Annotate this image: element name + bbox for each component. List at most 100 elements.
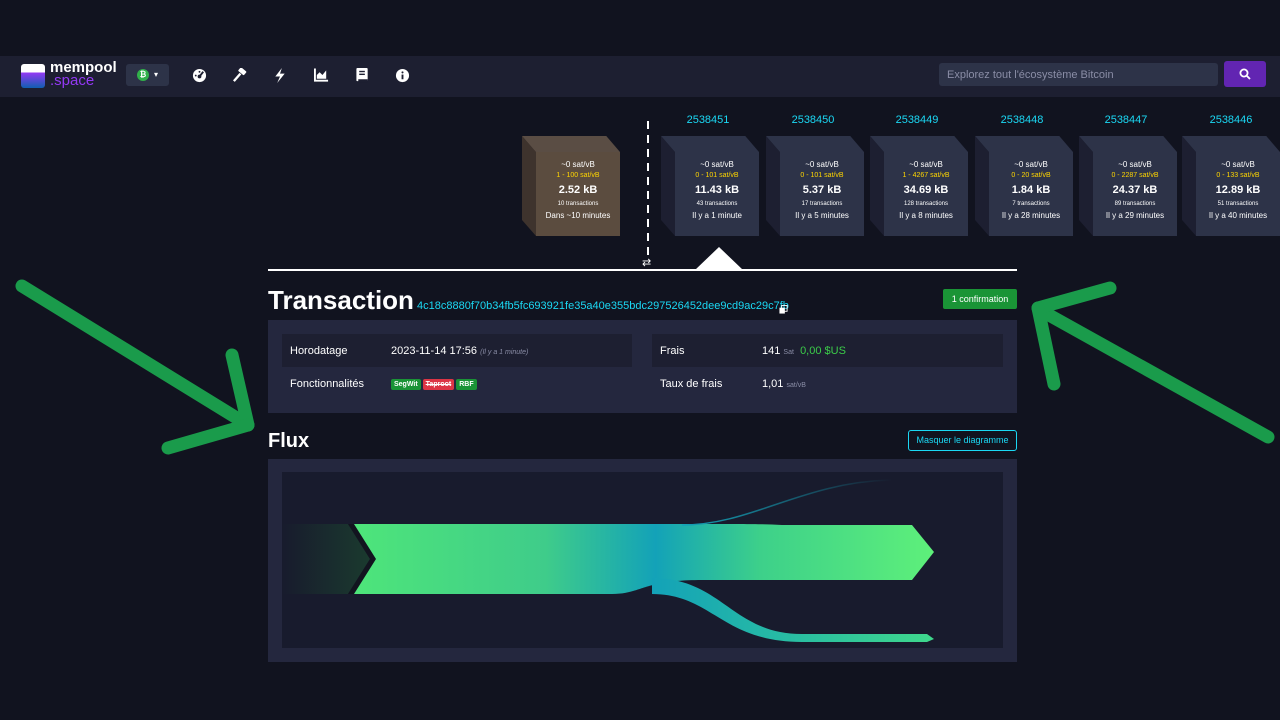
block-height-link[interactable]: 2538450 [778, 114, 848, 126]
block-tx-count: 43 transactions [696, 201, 738, 207]
block-median-fee: ~0 sat/vB [700, 160, 734, 169]
info-icon[interactable] [394, 67, 410, 83]
block-size: 11.43 kB [694, 184, 740, 196]
block-size: 2.52 kB [558, 184, 598, 196]
block-tx-count: 7 transactions [1012, 201, 1050, 207]
block-fee-range: 1 - 100 sat/vB [556, 172, 600, 179]
block-time: Il y a 40 minutes [1208, 211, 1268, 220]
block-tx-count: 128 transactions [903, 201, 949, 207]
block-tx-count: 51 transactions [1217, 201, 1259, 207]
block-median-fee: ~0 sat/vB [561, 160, 595, 169]
transaction-id-link[interactable]: 4c18c8880f70b34fb5fc693921fe35a40e355bdc… [417, 300, 789, 312]
rbf-tag[interactable]: RBF [456, 379, 477, 390]
mined-block[interactable]: ~0 sat/vB 0 - 2287 sat/vB 24.37 kB 89 tr… [1079, 136, 1177, 236]
taproot-tag[interactable]: Taproot [422, 379, 455, 390]
fee-usd: 0,00 $US [800, 345, 846, 357]
fee-rate-unit: sat/vB [786, 382, 806, 389]
block-tx-count: 89 transactions [1114, 201, 1156, 207]
flow-diagram-box [268, 459, 1017, 662]
timestamp-row: Horodatage 2023-11-14 17:56 (Il y a 1 mi… [282, 334, 632, 367]
block-time: Il y a 5 minutes [795, 211, 849, 220]
main-flow [354, 524, 934, 594]
timestamp-value: 2023-11-14 17:56 [391, 345, 478, 357]
chevron-down-icon: ▾ [154, 70, 159, 79]
flow-section-title: Flux [268, 430, 310, 452]
block-median-fee: ~0 sat/vB [1221, 160, 1255, 169]
mined-block[interactable]: ~0 sat/vB 0 - 20 sat/vB 1.84 kB 7 transa… [975, 136, 1073, 236]
block-time: Il y a 29 minutes [1105, 211, 1165, 220]
block-time: Il y a 28 minutes [1001, 211, 1061, 220]
fee-row: Frais 141 Sat 0,00 $US [652, 334, 1003, 367]
mined-block[interactable]: ~0 sat/vB 1 - 4267 sat/vB 34.69 kB 128 t… [870, 136, 968, 236]
bitcoin-network-icon: ₿ [137, 69, 149, 81]
mempool-logo[interactable]: mempool .space [21, 60, 131, 92]
dashboard-icon[interactable] [191, 67, 207, 83]
features-row: Fonctionnalités SegWit Taproot RBF [282, 367, 632, 400]
output-flow-2 [652, 578, 934, 642]
block-fee-range: 0 - 2287 sat/vB [1111, 172, 1159, 179]
mempool-divider [647, 121, 649, 256]
block-median-fee: ~0 sat/vB [1118, 160, 1152, 169]
search-icon [1239, 68, 1251, 80]
mempool-block[interactable]: ~0 sat/vB 1 - 100 sat/vB 2.52 kB 10 tran… [522, 136, 620, 236]
mined-block[interactable]: ~0 sat/vB 0 - 133 sat/vB 12.89 kB 51 tra… [1182, 136, 1280, 236]
mined-block[interactable]: ~0 sat/vB 0 - 101 sat/vB 5.37 kB 17 tran… [766, 136, 864, 236]
hide-diagram-button[interactable]: Masquer le diagramme [908, 430, 1017, 451]
timestamp-relative: (Il y a 1 minute) [480, 349, 529, 356]
block-fee-range: 1 - 4267 sat/vB [902, 172, 950, 179]
features-label: Fonctionnalités [290, 378, 364, 390]
search-button[interactable] [1224, 61, 1266, 87]
hammer-icon[interactable] [231, 67, 247, 83]
block-size: 24.37 kB [1112, 184, 1158, 196]
mined-block[interactable]: ~0 sat/vB 0 - 101 sat/vB 11.43 kB 43 tra… [661, 136, 759, 236]
flow-diagram[interactable] [282, 472, 1003, 648]
block-median-fee: ~0 sat/vB [909, 160, 943, 169]
copy-icon[interactable] [779, 301, 788, 319]
block-size: 5.37 kB [802, 184, 842, 196]
block-size: 34.69 kB [903, 184, 949, 196]
block-height-link[interactable]: 2538448 [987, 114, 1057, 126]
annotation-arrow-left [15, 279, 247, 427]
block-tx-count: 17 transactions [801, 201, 843, 207]
search-input[interactable] [939, 63, 1218, 86]
fee-rate-label: Taux de frais [660, 378, 723, 390]
block-fee-range: 0 - 101 sat/vB [800, 172, 844, 179]
block-time: Il y a 1 minute [692, 211, 742, 220]
top-navbar: mempool .space ₿ ▾ [0, 56, 1280, 97]
fee-value: 141 [762, 345, 781, 357]
block-height-link[interactable]: 2538451 [673, 114, 743, 126]
fee-label: Frais [660, 345, 685, 357]
swap-icon[interactable]: ⇄ [642, 256, 651, 269]
block-tx-count: 10 transactions [557, 201, 599, 207]
fee-rate-row: Taux de frais 1,01 sat/vB [652, 367, 1003, 400]
fee-rate-value: 1,01 [762, 378, 784, 390]
chart-icon[interactable] [313, 67, 329, 83]
page-title: Transaction [268, 285, 414, 315]
segwit-tag[interactable]: SegWit [391, 379, 421, 390]
block-fee-range: 0 - 101 sat/vB [695, 172, 739, 179]
block-fee-range: 0 - 133 sat/vB [1216, 172, 1260, 179]
logo-mark-icon [21, 64, 45, 88]
selected-block-pointer [695, 247, 743, 270]
block-time: Il y a 8 minutes [899, 211, 953, 220]
annotation-arrow-right [1033, 303, 1275, 444]
lightning-icon[interactable] [272, 67, 288, 83]
flow-diagram-svg [282, 479, 934, 642]
block-median-fee: ~0 sat/vB [805, 160, 839, 169]
transaction-details-box: Horodatage 2023-11-14 17:56 (Il y a 1 mi… [268, 320, 1017, 413]
fee-unit: Sat [783, 349, 794, 356]
block-height-link[interactable]: 2538447 [1091, 114, 1161, 126]
network-selector[interactable]: ₿ ▾ [126, 64, 169, 86]
book-icon[interactable] [354, 67, 370, 83]
block-size: 1.84 kB [1011, 184, 1051, 196]
block-median-fee: ~0 sat/vB [1014, 160, 1048, 169]
confirmation-badge: 1 confirmation [943, 289, 1017, 309]
block-height-link[interactable]: 2538449 [882, 114, 952, 126]
timestamp-label: Horodatage [290, 345, 348, 357]
block-size: 12.89 kB [1215, 184, 1261, 196]
block-fee-range: 0 - 20 sat/vB [1011, 172, 1051, 179]
section-divider [268, 269, 1017, 271]
block-time: Dans ~10 minutes [545, 211, 611, 220]
block-height-link[interactable]: 2538446 [1196, 114, 1266, 126]
output-flow-1 [681, 479, 893, 526]
